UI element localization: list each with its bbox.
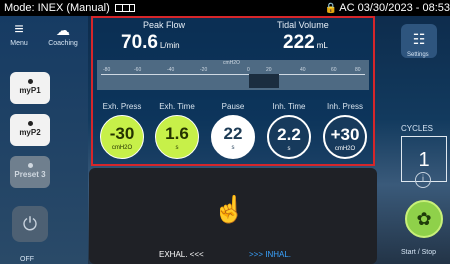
cycles-value: 1 (418, 149, 430, 171)
scale-tick: 20 (266, 67, 272, 73)
peak-flow-number: 70.6 (121, 32, 158, 53)
scale-tick: 60 (331, 67, 337, 73)
pause-unit: s (231, 145, 235, 151)
preset-myp1-button[interactable]: myP1 (10, 72, 50, 104)
settings-label: Settings (407, 52, 429, 58)
inhal-indicator: >>> INHAL. (249, 250, 292, 259)
menu-button[interactable]: ≡ Menu (4, 21, 34, 48)
fan-icon: ✿ (416, 209, 432, 229)
inh-time-value: 2.2 (277, 125, 301, 144)
settings-icon: ☷ (412, 31, 426, 47)
exh-time-label: Exh. Time (159, 102, 195, 111)
cycles-label: CYCLES (401, 124, 434, 133)
pause-value: 22 (223, 124, 243, 143)
scale-tick: -80 (103, 67, 111, 73)
lock-icon: 🔒 (324, 3, 338, 14)
start-stop-label: Start / Stop (401, 249, 437, 256)
exh-press-label: Exh. Press (102, 102, 142, 111)
inh-time-unit: s (287, 146, 291, 152)
tidal-volume-value: 222 mL (283, 32, 328, 54)
battery-icon (115, 4, 135, 12)
scale-line (101, 74, 365, 75)
status-right: 🔒 AC 03/30/2023 - 08:53 (325, 0, 450, 17)
power-button[interactable]: ⏻ (12, 206, 48, 242)
tidal-volume-number: 222 (283, 32, 315, 53)
inh-press-unit: cmH2O (334, 146, 356, 152)
inh-press-button[interactable]: +30 cmH2O (323, 115, 367, 159)
pressure-unit: cmH2O (223, 60, 240, 66)
exhal-indicator: EXHAL. <<< (159, 250, 204, 259)
coaching-label: Coaching (48, 40, 78, 47)
power-icon: ⏻ (22, 214, 38, 234)
status-datetime: AC 03/30/2023 - 08:53 (339, 2, 450, 14)
menu-icon: ≡ (14, 21, 24, 38)
peak-flow-value: 70.6 L/min (121, 32, 180, 54)
inh-press-label: Inh. Press (326, 102, 363, 111)
preset-dot (27, 79, 33, 84)
pause-button[interactable]: 22 s (211, 115, 255, 159)
menu-label: Menu (10, 40, 28, 47)
peak-flow-unit: L/min (159, 41, 180, 50)
mode-label: Mode: INEX (Manual) (4, 2, 110, 14)
coaching-icon: ☁ (56, 22, 70, 38)
preset-dot (27, 121, 33, 126)
scale-tick: 80 (355, 67, 361, 73)
scale-tick: -40 (167, 67, 175, 73)
scale-tick: -20 (200, 67, 208, 73)
inh-time-label: Inh. Time (272, 102, 306, 111)
pressure-level-bar (249, 74, 279, 88)
exh-press-value: -30 (109, 124, 135, 143)
left-panel: ≡ Menu ☁ Coaching myP1 myP2 Preset 3 ⏻ O… (0, 16, 88, 264)
tidal-volume-unit: mL (316, 41, 328, 50)
coaching-button[interactable]: ☁ Coaching (40, 22, 86, 47)
inh-press-value: +30 (330, 125, 360, 144)
preset-dot (27, 163, 33, 168)
preset-label: myP2 (19, 128, 41, 137)
info-icon[interactable]: i (415, 172, 431, 188)
exh-press-button[interactable]: -30 cmH2O (100, 115, 144, 159)
exh-press-unit: cmH2O (111, 145, 133, 151)
scale-tick: 40 (300, 67, 306, 73)
ventilation-panel: Peak Flow 70.6 L/min Tidal Volume 222 mL c… (91, 16, 375, 166)
start-stop-button[interactable]: ✿ (405, 200, 443, 238)
scale-tick: -60 (134, 67, 142, 73)
tidal-volume-label: Tidal Volume (277, 20, 329, 30)
preset-3-button[interactable]: Preset 3 (10, 156, 50, 188)
scale-tick: 0 (247, 67, 250, 73)
breath-touch-panel[interactable]: ☝ EXHAL. <<< >>> INHAL. (89, 168, 377, 264)
exh-time-unit: s (175, 145, 179, 151)
exh-time-button[interactable]: 1.6 s (155, 115, 199, 159)
preset-label: myP1 (19, 86, 41, 95)
pressure-scale: cmH2O -80 -60 -40 -20 0 20 40 60 80 (97, 60, 369, 90)
preset-myp2-button[interactable]: myP2 (10, 114, 50, 146)
right-panel: ☷ Settings CYCLES 1 i ✿ Start / Stop (377, 16, 450, 264)
preset-label: Preset 3 (14, 170, 46, 179)
inh-time-button[interactable]: 2.2 s (267, 115, 311, 159)
touch-icon: ☝ (213, 194, 246, 224)
off-label: OFF (20, 256, 34, 263)
status-bar: Mode: INEX (Manual) 🔒 AC 03/30/2023 - 08:… (0, 0, 450, 16)
peak-flow-label: Peak Flow (143, 20, 186, 30)
exh-time-value: 1.6 (165, 124, 189, 143)
pause-label: Pause (221, 102, 245, 111)
